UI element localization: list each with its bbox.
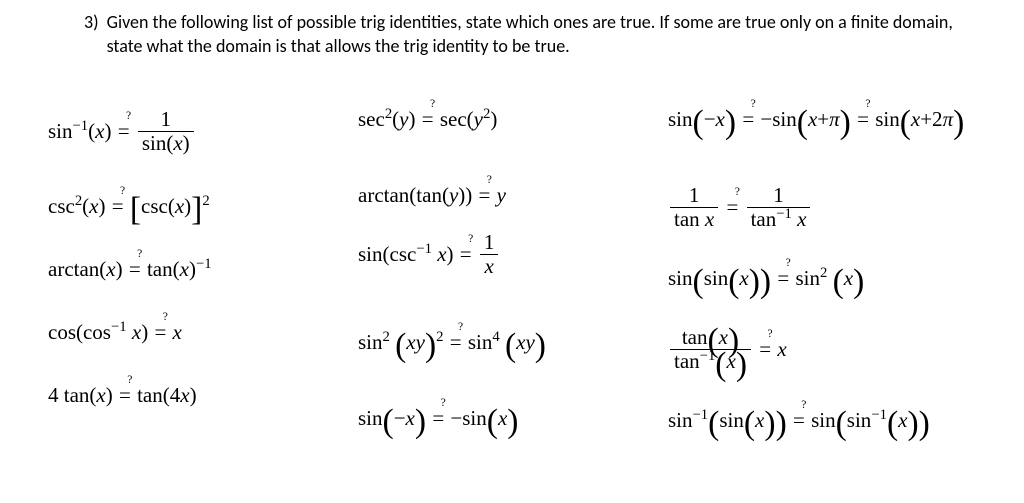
equation: sin−1(x) = 1sin(x) bbox=[48, 99, 348, 164]
equation: csc2(x) = [csc(x)]2 bbox=[48, 186, 348, 227]
equation: 1tan x = 1tan−1 x bbox=[668, 175, 1024, 240]
equation: tan(x)tan−1(x) = x bbox=[668, 317, 1024, 382]
question-text: Given the following list of possible tri… bbox=[107, 10, 976, 59]
equation: sin(csc−1 x) = 1x bbox=[358, 222, 658, 287]
equation: arctan(tan(y)) = y bbox=[358, 175, 658, 216]
equation: sin−1(sin(x)) = sin(sin−1(x)) bbox=[668, 400, 1024, 441]
column-2: sec2(y) = sec(y2) arctan(tan(y)) = y sin… bbox=[358, 99, 658, 441]
equation: sin2 (xy)2 = sin4 (xy) bbox=[358, 322, 658, 363]
column-1: sin−1(x) = 1sin(x) csc2(x) = [csc(x)]2 a… bbox=[48, 99, 348, 441]
equation: arctan(x) = tan(x)−1 bbox=[48, 249, 348, 290]
equation-grid: sin−1(x) = 1sin(x) csc2(x) = [csc(x)]2 a… bbox=[48, 99, 976, 441]
question-number: 3) bbox=[84, 10, 99, 34]
equation: cos(cos−1 x) = x bbox=[48, 312, 348, 353]
equation: sec2(y) = sec(y2) bbox=[358, 99, 658, 140]
equation: sin(−x) = −sin(x+π) = sin(x+2π) bbox=[668, 99, 1024, 140]
equation: 4 tan(x) = tan(4x) bbox=[48, 375, 348, 416]
equation: sin(−x) = −sin(x) bbox=[358, 398, 658, 439]
equation: sin(sin(x)) = sin2 (x) bbox=[668, 258, 1024, 299]
question-prompt: 3) Given the following list of possible … bbox=[84, 10, 976, 59]
column-3: sin(−x) = −sin(x+π) = sin(x+2π) 1tan x =… bbox=[668, 99, 1024, 441]
